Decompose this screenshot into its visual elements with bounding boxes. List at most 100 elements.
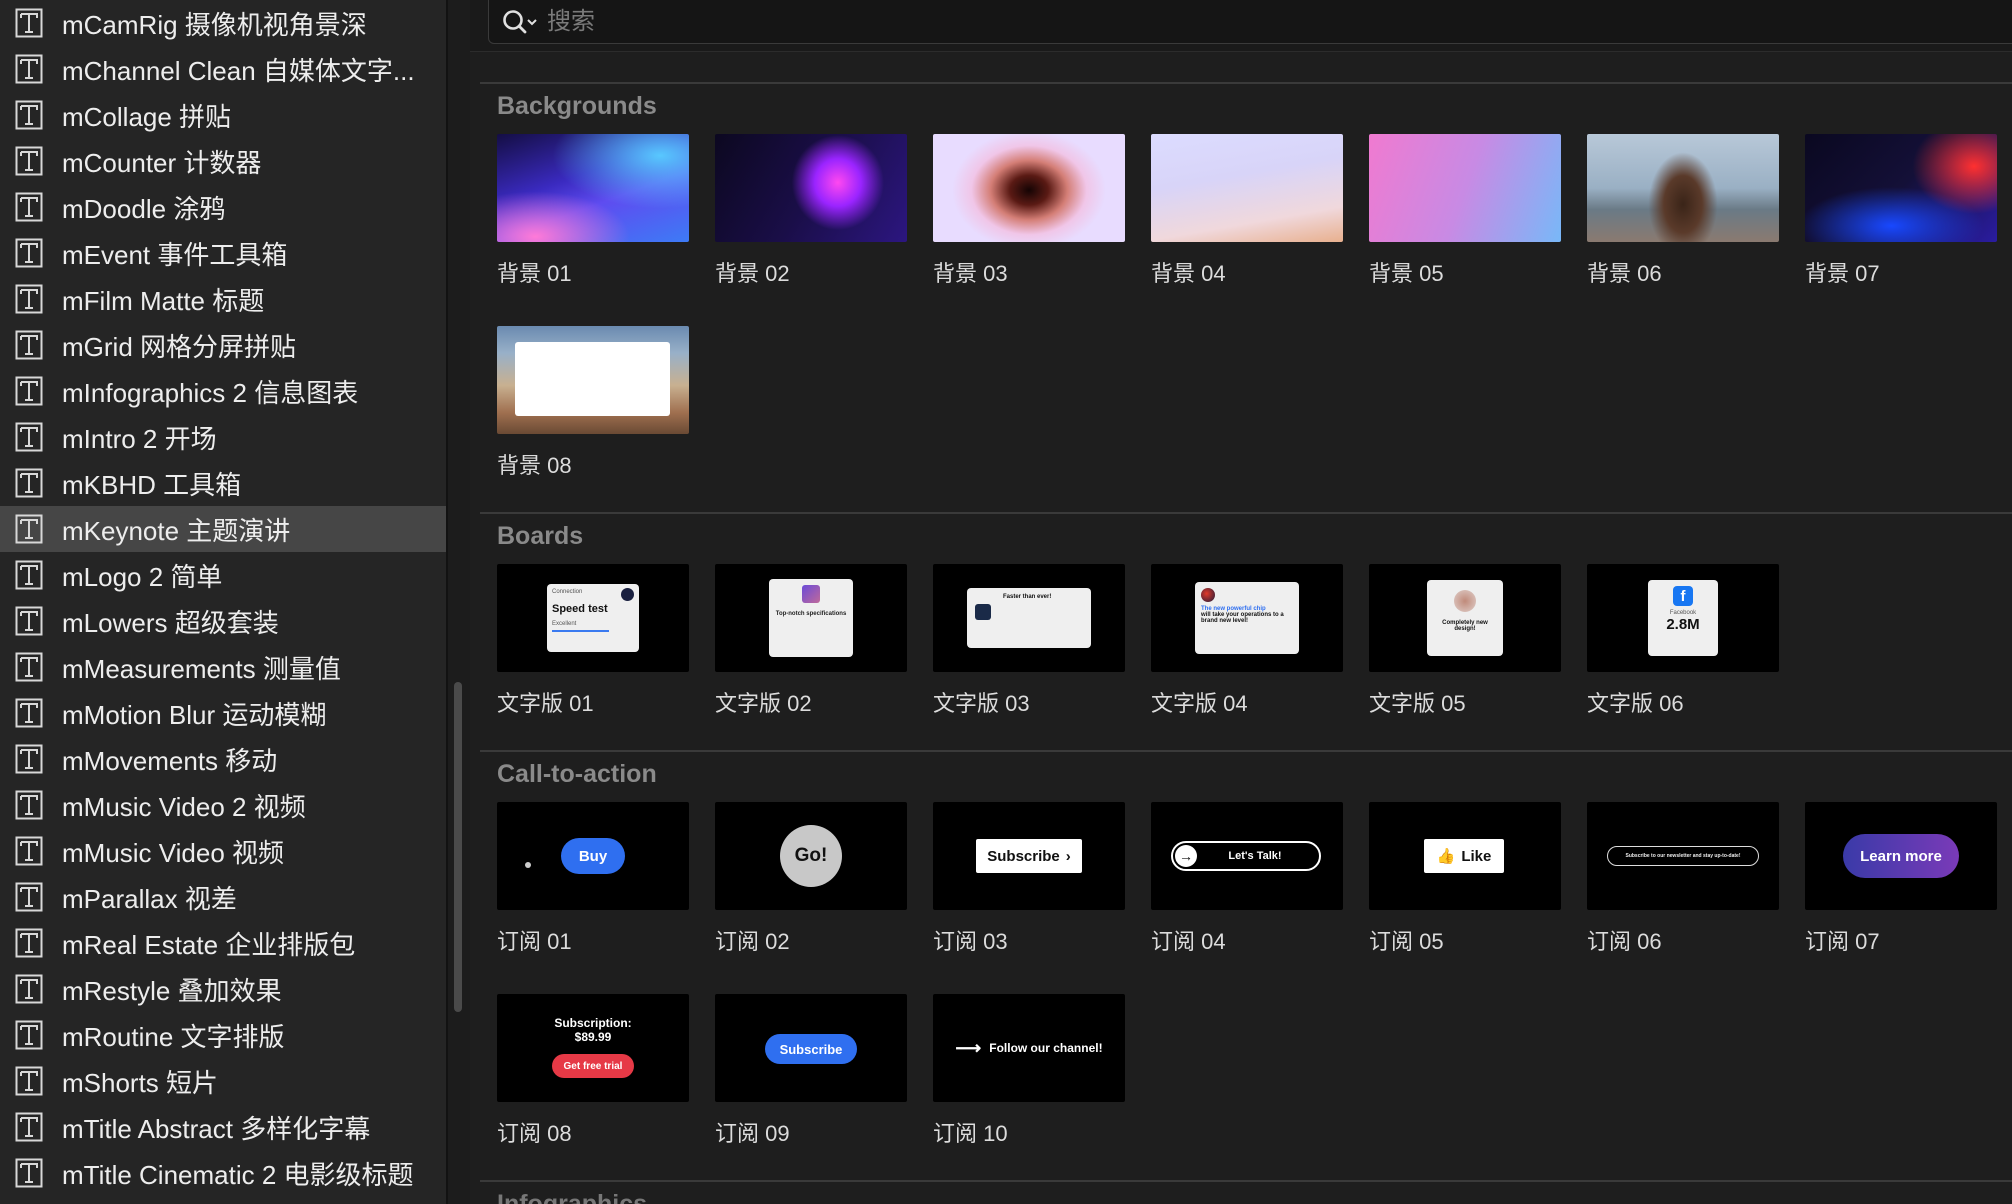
sidebar-item[interactable]: mMeasurements 测量值 [0,644,446,690]
sidebar-item[interactable]: mRoutine 文字排版 [0,1012,446,1058]
media-tile[interactable]: 背景 06 [1587,134,1779,286]
facebook-icon: f [1673,586,1693,606]
search-icon[interactable] [501,7,541,37]
sidebar-item[interactable]: mTitle Abstract 多样化字幕 [0,1104,446,1150]
cta-button: Buy [561,838,625,874]
tile-thumbnail[interactable]: Go! [715,802,907,910]
media-tile[interactable]: 背景 01 [497,134,689,286]
media-tile[interactable]: Go! 订阅 02 [715,802,907,954]
tile-thumbnail[interactable] [497,134,689,242]
sidebar-item[interactable]: mCollage 拼贴 [0,92,446,138]
media-tile[interactable]: 背景 03 [933,134,1125,286]
tile-label: 背景 04 [1151,261,1226,286]
text-title-icon [15,1066,43,1096]
sidebar-scroll-track [448,0,470,1204]
media-tile[interactable]: Buy 订阅 01 [497,802,689,954]
text-title-icon [15,974,43,1004]
media-tile[interactable]: → Let's Talk! 订阅 04 [1151,802,1343,954]
sidebar-item-label: mShorts 短片 [62,1067,219,1098]
media-tile[interactable]: Completely new design! 文字版 05 [1369,564,1561,716]
sidebar-item[interactable]: mMotion Blur 运动模糊 [0,690,446,736]
cta-button: Go! [780,825,842,887]
media-tile[interactable]: The new powerful chip will take your oper… [1151,564,1343,716]
sidebar-item[interactable]: mCamRig 摄像机视角景深 [0,0,446,46]
tile-label: 订阅 03 [933,929,1008,954]
tile-thumbnail[interactable]: → Let's Talk! [1151,802,1343,910]
tile-label: 订阅 09 [715,1121,790,1146]
media-tile[interactable]: ⟶ Follow our channel! 订阅 10 [933,994,1125,1146]
tile-label: 文字版 04 [1151,691,1248,716]
sidebar-item-label: mCamRig 摄像机视角景深 [62,9,367,40]
media-tile[interactable]: Learn more 订阅 07 [1805,802,1997,954]
sidebar-item-label: mReal Estate 企业排版包 [62,929,356,960]
tile-thumbnail[interactable]: Subscribe [715,994,907,1102]
sidebar-item[interactable]: mReal Estate 企业排版包 [0,920,446,966]
media-tile[interactable]: Subscribe to our newsletter and stay up-… [1587,802,1779,954]
media-tile[interactable]: 背景 04 [1151,134,1343,286]
tile-thumbnail[interactable]: Connection Speed test Excellent [497,564,689,672]
media-tile[interactable]: Subscribe › 订阅 03 [933,802,1125,954]
tile-thumbnail[interactable] [933,134,1125,242]
sidebar-item[interactable]: mLowers 超级套装 [0,598,446,644]
sidebar-item[interactable]: mTitle Cinematic 2 电影级标题 [0,1150,446,1196]
media-tile[interactable]: Top-notch specifications 文字版 02 [715,564,907,716]
sidebar-item[interactable]: mGrid 网格分屏拼贴 [0,322,446,368]
sidebar-item[interactable]: mCounter 计数器 [0,138,446,184]
sidebar-item[interactable]: mIntro 2 开场 [0,414,446,460]
sidebar-item[interactable]: mMusic Video 视频 [0,828,446,874]
media-tile[interactable]: 背景 02 [715,134,907,286]
tile-thumbnail[interactable]: ⟶ Follow our channel! [933,994,1125,1102]
tile-thumbnail[interactable]: Subscribe › [933,802,1125,910]
sidebar-item[interactable]: mMusic Video 2 视频 [0,782,446,828]
media-tile[interactable]: 👍 Like 订阅 05 [1369,802,1561,954]
tile-thumbnail[interactable] [1805,134,1997,242]
tile-label: 文字版 06 [1587,691,1684,716]
sidebar-item[interactable]: mShorts 短片 [0,1058,446,1104]
sidebar-item[interactable]: mRestyle 叠加效果 [0,966,446,1012]
media-tile[interactable]: f Facebook 2.8M 文字版 06 [1587,564,1779,716]
tile-thumbnail[interactable]: 👍 Like [1369,802,1561,910]
search-input[interactable] [547,7,1947,36]
tile-thumbnail[interactable]: Faster than ever! [933,564,1125,672]
text-title-icon [15,146,43,176]
sidebar-item[interactable]: mParallax 视差 [0,874,446,920]
tile-thumbnail[interactable] [715,134,907,242]
media-tile[interactable]: 背景 07 [1805,134,1997,286]
tile-thumbnail[interactable]: Subscription: $89.99 Get free trial [497,994,689,1102]
media-tile[interactable]: Subscribe 订阅 09 [715,994,907,1146]
sidebar-item-label: mDoodle 涂鸦 [62,193,226,224]
media-tile[interactable]: Connection Speed test Excellent 文字版 01 [497,564,689,716]
media-tile[interactable]: Faster than ever! 文字版 03 [933,564,1125,716]
tile-thumbnail[interactable]: Subscribe to our newsletter and stay up-… [1587,802,1779,910]
tile-thumbnail[interactable]: Buy [497,802,689,910]
sidebar-scrollbar[interactable] [454,682,462,1012]
tile-thumbnail[interactable] [497,326,689,434]
sidebar-item-label: mInfographics 2 信息图表 [62,377,359,408]
sidebar-item[interactable]: mEvent 事件工具箱 [0,230,446,276]
tile-label: 文字版 01 [497,691,594,716]
sidebar-item[interactable]: mKBHD 工具箱 [0,460,446,506]
sidebar-item[interactable]: mFilm Matte 标题 [0,276,446,322]
tile-thumbnail[interactable]: Top-notch specifications [715,564,907,672]
sidebar-item[interactable]: mKeynote 主题演讲 [0,506,446,552]
tile-thumbnail[interactable]: Completely new design! [1369,564,1561,672]
media-tile[interactable]: 背景 08 [497,326,689,478]
text-title-icon [15,238,43,268]
sidebar-item[interactable]: mMovements 移动 [0,736,446,782]
tile-thumbnail[interactable] [1369,134,1561,242]
search-box[interactable] [488,0,2012,44]
media-tile[interactable]: 背景 05 [1369,134,1561,286]
tile-thumbnail[interactable] [1587,134,1779,242]
cta-button: Learn more [1843,834,1959,878]
tile-thumbnail[interactable]: The new powerful chip will take your oper… [1151,564,1343,672]
sidebar-item[interactable]: mChannel Clean 自媒体文字... [0,46,446,92]
sidebar-item[interactable]: mInfographics 2 信息图表 [0,368,446,414]
media-tile[interactable]: Subscription: $89.99 Get free trial 订阅 08 [497,994,689,1146]
sidebar-item[interactable]: mDoodle 涂鸦 [0,184,446,230]
tile-thumbnail[interactable]: f Facebook 2.8M [1587,564,1779,672]
tile-thumbnail[interactable] [1151,134,1343,242]
board-subtitle: Excellent [552,621,577,627]
tile-thumbnail[interactable]: Learn more [1805,802,1997,910]
cta-button: Subscribe › [976,839,1082,873]
sidebar-item[interactable]: mLogo 2 简单 [0,552,446,598]
